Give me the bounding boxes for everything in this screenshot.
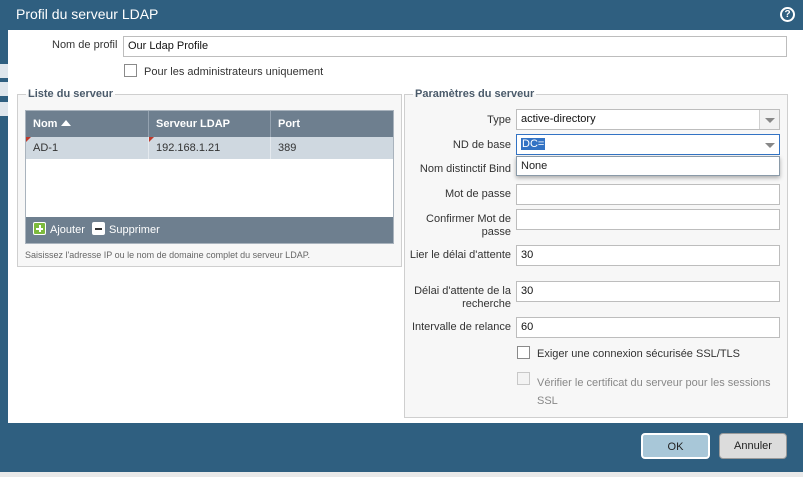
modified-marker-icon bbox=[149, 137, 154, 142]
bind-timeout-input[interactable]: 30 bbox=[516, 245, 780, 266]
base-dn-combobox[interactable]: DC= bbox=[516, 134, 780, 155]
server-hint-text: Saisissez l'adresse IP ou le nom de doma… bbox=[25, 250, 311, 260]
chevron-down-icon[interactable] bbox=[759, 110, 779, 129]
server-settings-legend: Paramètres du serveur bbox=[415, 88, 535, 100]
search-timeout-label: Délai d'attente de la recherche bbox=[414, 285, 511, 310]
grid-header: Nom Serveur LDAP Port bbox=[26, 111, 393, 137]
dialog-title: Profil du serveur LDAP bbox=[16, 6, 159, 22]
require-ssl-checkbox[interactable] bbox=[517, 346, 530, 359]
delete-button[interactable]: Supprimer bbox=[92, 222, 160, 238]
admin-only-checkbox[interactable] bbox=[124, 64, 137, 77]
bind-dn-label: Nom distinctif Bind bbox=[419, 163, 511, 175]
column-header-port[interactable]: Port bbox=[271, 111, 393, 137]
chevron-down-icon[interactable] bbox=[760, 135, 779, 154]
column-header-ldap-server[interactable]: Serveur LDAP bbox=[149, 111, 271, 137]
server-grid: Nom Serveur LDAP Port AD-1 192.168.1.21 … bbox=[25, 110, 394, 244]
table-row[interactable]: AD-1 192.168.1.21 389 bbox=[26, 137, 393, 159]
modified-marker-icon bbox=[26, 137, 31, 142]
confirm-password-label: Confirmer Mot de passe bbox=[426, 213, 511, 238]
admin-only-label: Pour les administrateurs uniquement bbox=[144, 66, 324, 78]
password-label: Mot de passe bbox=[444, 188, 511, 200]
sort-ascending-icon bbox=[61, 120, 72, 126]
verify-cert-checkbox[interactable] bbox=[517, 372, 530, 385]
bind-dn-dropdown-option[interactable]: None bbox=[516, 156, 780, 176]
background-window-edge bbox=[0, 30, 8, 472]
type-select[interactable]: active-directory bbox=[516, 109, 780, 130]
ok-button[interactable]: OK bbox=[641, 433, 710, 459]
type-label: Type bbox=[487, 114, 511, 126]
profile-name-label: Nom de profil bbox=[52, 39, 118, 51]
column-header-name[interactable]: Nom bbox=[26, 111, 149, 137]
add-button[interactable]: Ajouter bbox=[33, 222, 85, 238]
cell-ldap-server[interactable]: 192.168.1.21 bbox=[149, 137, 271, 159]
bottom-strip bbox=[0, 472, 803, 477]
cell-name[interactable]: AD-1 bbox=[26, 137, 149, 159]
password-input[interactable] bbox=[516, 184, 780, 205]
search-timeout-input[interactable]: 30 bbox=[516, 281, 780, 302]
help-icon[interactable]: ? bbox=[780, 7, 795, 22]
cancel-button[interactable]: Annuler bbox=[719, 433, 787, 459]
plus-icon bbox=[33, 222, 46, 235]
server-list-legend: Liste du serveur bbox=[28, 88, 113, 100]
confirm-password-input[interactable] bbox=[516, 209, 780, 230]
minus-icon bbox=[92, 222, 105, 235]
grid-toolbar: Ajouter Supprimer bbox=[26, 217, 393, 243]
retry-interval-input[interactable]: 60 bbox=[516, 317, 780, 338]
cell-port[interactable]: 389 bbox=[271, 137, 393, 159]
require-ssl-label: Exiger une connexion sécurisée SSL/TLS bbox=[537, 348, 741, 360]
retry-interval-label: Intervalle de relance bbox=[411, 321, 511, 333]
base-dn-label: ND de base bbox=[452, 139, 511, 151]
profile-name-input[interactable]: Our Ldap Profile bbox=[123, 36, 787, 57]
verify-cert-label: Vérifier le certificat du serveur pour l… bbox=[537, 377, 771, 407]
bind-timeout-label: Lier le délai d'attente bbox=[409, 249, 511, 261]
